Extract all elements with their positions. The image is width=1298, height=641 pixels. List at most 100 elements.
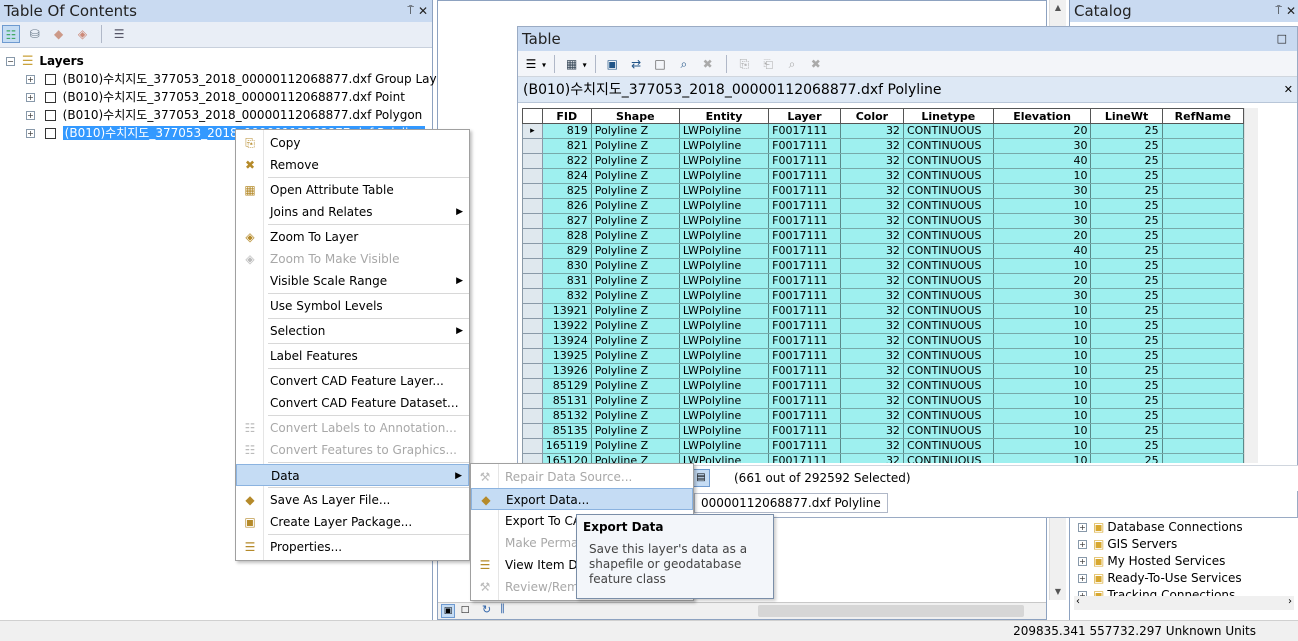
table-cell[interactable]: 32 (840, 333, 904, 349)
menu-item-selection[interactable]: Selection ▶ (236, 320, 469, 342)
table-cell[interactable] (1162, 333, 1244, 349)
table-cell[interactable]: LWPolyline (679, 183, 770, 199)
table-cell[interactable]: LWPolyline (679, 228, 770, 244)
table-cell[interactable]: LWPolyline (679, 408, 770, 424)
catalog-item[interactable]: + ▣ GIS Servers (1078, 535, 1177, 553)
table-cell[interactable]: F0017111 (768, 138, 841, 154)
table-vertical-scrollbar[interactable] (1244, 108, 1258, 463)
table-cell[interactable]: 10 (993, 378, 1092, 394)
table-cell[interactable]: 13922 (542, 318, 592, 334)
table-cell[interactable]: 25 (1090, 348, 1163, 364)
table-cell[interactable]: 10 (993, 333, 1092, 349)
table-cell[interactable]: 32 (840, 393, 904, 409)
table-cell[interactable]: LWPolyline (679, 453, 770, 463)
row-selector[interactable] (522, 228, 543, 244)
table-cell[interactable] (1162, 423, 1244, 439)
table-cell[interactable]: 25 (1090, 198, 1163, 214)
table-cell[interactable]: CONTINUOUS (903, 183, 994, 199)
visibility-checkbox[interactable] (44, 110, 56, 121)
table-cell[interactable]: 20 (993, 123, 1092, 139)
row-selector[interactable] (522, 183, 543, 199)
table-cell[interactable]: F0017111 (768, 348, 841, 364)
table-cell[interactable]: 10 (993, 198, 1092, 214)
zoom-to-selected-icon[interactable]: ⌕ (675, 55, 693, 73)
table-cell[interactable]: 819 (542, 123, 592, 139)
table-cell[interactable]: 13921 (542, 303, 592, 319)
table-cell[interactable] (1162, 153, 1244, 169)
catalog-item[interactable]: + ▣ Database Connections (1078, 518, 1243, 536)
menu-item-use-symbol-levels[interactable]: Use Symbol Levels (236, 295, 469, 317)
table-cell[interactable]: Polyline Z (591, 378, 680, 394)
table-row[interactable]: 832 Polyline Z LWPolyline F0017111 32 CONTINU… (522, 288, 1244, 304)
column-header[interactable]: LineWt (1090, 108, 1163, 124)
table-cell[interactable]: CONTINUOUS (903, 318, 994, 334)
table-cell[interactable]: 25 (1090, 168, 1163, 184)
table-row[interactable]: 165119 Polyline Z LWPolyline F0017111 32 CONT… (522, 438, 1244, 454)
table-cell[interactable]: 32 (840, 123, 904, 139)
table-cell[interactable]: 32 (840, 363, 904, 379)
data-view-icon[interactable]: ▣ (441, 604, 455, 618)
table-cell[interactable] (1162, 138, 1244, 154)
table-cell[interactable]: 40 (993, 153, 1092, 169)
table-cell[interactable]: 32 (840, 273, 904, 289)
table-cell[interactable]: F0017111 (768, 123, 841, 139)
table-cell[interactable]: 30 (993, 288, 1092, 304)
table-cell[interactable]: 25 (1090, 288, 1163, 304)
table-cell[interactable]: F0017111 (768, 318, 841, 334)
table-cell[interactable]: 32 (840, 288, 904, 304)
table-cell[interactable]: 32 (840, 198, 904, 214)
table-cell[interactable]: 32 (840, 213, 904, 229)
row-selector[interactable] (522, 198, 543, 214)
column-header[interactable]: Shape (590, 108, 680, 124)
table-cell[interactable]: Polyline Z (591, 423, 680, 439)
table-cell[interactable]: LWPolyline (679, 378, 770, 394)
switch-selection-icon[interactable]: ⇄ (627, 55, 645, 73)
table-cell[interactable]: 822 (542, 153, 592, 169)
related-tables-icon[interactable]: ▦ (563, 55, 581, 73)
table-cell[interactable]: F0017111 (768, 453, 841, 463)
table-cell[interactable]: Polyline Z (591, 333, 680, 349)
table-cell[interactable]: 32 (840, 183, 904, 199)
table-cell[interactable]: F0017111 (768, 168, 841, 184)
tree-layer-item[interactable]: + (B010)수치지도_377053_2018_00000112068877.… (26, 88, 405, 106)
table-cell[interactable]: LWPolyline (679, 393, 770, 409)
row-selector[interactable] (522, 348, 543, 364)
table-cell[interactable]: Polyline Z (591, 138, 680, 154)
table-cell[interactable] (1162, 363, 1244, 379)
menu-item-data[interactable]: Data ▶ (236, 464, 469, 486)
horizontal-scrollbar[interactable] (758, 605, 1024, 617)
table-row[interactable]: 827 Polyline Z LWPolyline F0017111 32 CONTINU… (522, 213, 1244, 229)
table-cell[interactable]: F0017111 (768, 288, 841, 304)
close-icon[interactable]: ✕ (418, 0, 428, 22)
table-cell[interactable]: CONTINUOUS (903, 393, 994, 409)
table-cell[interactable]: Polyline Z (591, 273, 680, 289)
table-cell[interactable]: CONTINUOUS (903, 153, 994, 169)
table-cell[interactable]: F0017111 (768, 198, 841, 214)
table-cell[interactable]: 25 (1090, 423, 1163, 439)
table-cell[interactable]: 25 (1090, 243, 1163, 259)
delete-selected-icon[interactable]: ✖ (699, 55, 717, 73)
table-cell[interactable]: 10 (993, 348, 1092, 364)
options-icon[interactable]: ☰ (110, 25, 128, 43)
row-selector[interactable] (522, 288, 543, 304)
column-header[interactable]: RefName (1161, 108, 1244, 124)
table-cell[interactable]: 825 (542, 183, 592, 199)
table-cell[interactable]: Polyline Z (591, 153, 680, 169)
row-selector[interactable] (522, 333, 543, 349)
menu-item-convert-cad-feature-layer[interactable]: Convert CAD Feature Layer... (236, 370, 469, 392)
table-cell[interactable]: 32 (840, 438, 904, 454)
table-row[interactable]: 825 Polyline Z LWPolyline F0017111 32 CONTINU… (522, 183, 1244, 199)
table-cell[interactable] (1162, 258, 1244, 274)
row-selector[interactable] (522, 153, 543, 169)
tree-layer-item[interactable]: + (B010)수치지도_377053_2018_00000112068877.… (26, 106, 422, 124)
copy-selected-icon[interactable]: ⎘ (735, 55, 753, 73)
table-cell[interactable]: Polyline Z (591, 228, 680, 244)
table-cell[interactable]: 25 (1090, 303, 1163, 319)
table-cell[interactable]: 824 (542, 168, 592, 184)
table-cell[interactable]: 25 (1090, 228, 1163, 244)
table-cell[interactable]: Polyline Z (591, 393, 680, 409)
table-cell[interactable]: 32 (840, 138, 904, 154)
table-row[interactable]: 13925 Polyline Z LWPolyline F0017111 32 CONTI… (522, 348, 1244, 364)
table-row[interactable]: 85131 Polyline Z LWPolyline F0017111 32 CONTI… (522, 393, 1244, 409)
table-cell[interactable]: F0017111 (768, 153, 841, 169)
